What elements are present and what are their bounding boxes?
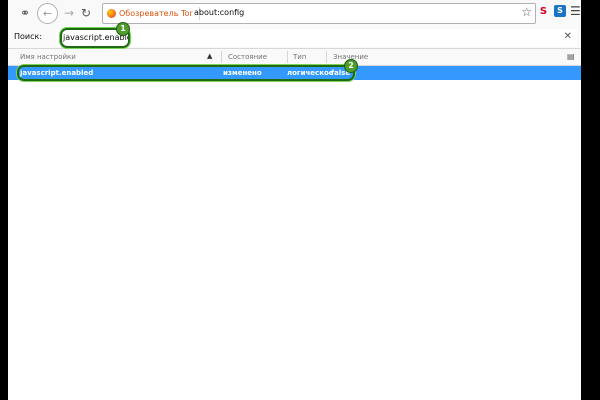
search-label: Поиск: — [14, 32, 43, 41]
browser-name-label: Обозреватель Tor — [119, 9, 193, 18]
arrow-left-icon: ← — [42, 7, 53, 20]
url-text[interactable]: about:config — [194, 8, 244, 17]
hamburger-menu-icon[interactable]: ☰ — [570, 4, 581, 18]
site-identity[interactable]: Обозреватель Tor — [107, 7, 200, 20]
column-header-name[interactable]: Имя настройки — [20, 53, 76, 61]
column-divider[interactable] — [326, 51, 327, 63]
firefox-logo-icon — [107, 9, 116, 18]
clear-search-icon[interactable]: ✕ — [564, 31, 572, 42]
column-divider[interactable] — [287, 51, 288, 63]
bookmark-star-icon[interactable]: ☆ — [521, 5, 532, 19]
table-header: Имя настройки ▲ Состояние Тип Значение ▤ — [8, 49, 581, 66]
reload-button[interactable]: ↻ — [77, 4, 95, 22]
column-header-status[interactable]: Состояние — [228, 53, 267, 61]
noscript-extension-icon[interactable]: S — [538, 6, 549, 17]
url-bar[interactable]: Обозреватель Tor about:config ☆ — [102, 3, 536, 24]
column-header-type[interactable]: Тип — [293, 53, 306, 61]
column-picker-icon[interactable]: ▤ — [567, 52, 575, 61]
tor-onion-icon[interactable]: ⚭ — [16, 4, 34, 22]
navigation-toolbar: ⚭ ← → ↻ Обозреватель Tor about:config ☆ … — [8, 0, 581, 28]
forward-button[interactable]: → — [60, 4, 78, 22]
browser-window: ⚭ ← → ↻ Обозреватель Tor about:config ☆ … — [8, 0, 581, 400]
callout-2-frame — [17, 65, 355, 81]
callout-2-badge: 2 — [344, 59, 358, 73]
back-button[interactable]: ← — [37, 3, 58, 24]
callout-1-badge: 1 — [116, 22, 130, 36]
column-divider[interactable] — [221, 51, 222, 63]
search-input[interactable]: javascript.enable ✕ — [56, 29, 577, 47]
https-everywhere-icon[interactable]: S — [554, 5, 566, 17]
sort-ascending-icon[interactable]: ▲ — [207, 52, 212, 60]
